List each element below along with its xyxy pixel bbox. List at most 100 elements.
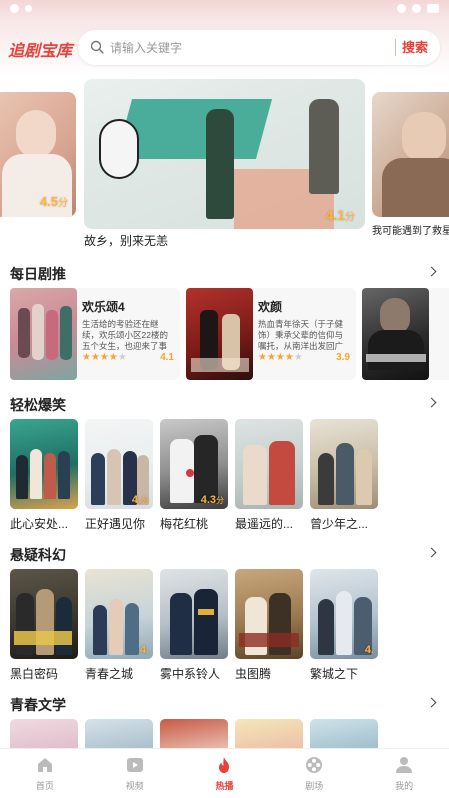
poster-image	[186, 288, 253, 380]
section-title-daily: 每日剧推	[10, 266, 66, 282]
nav-item-profile[interactable]: 我的	[359, 749, 449, 798]
search-button[interactable]: 搜索	[394, 39, 428, 56]
chevron-right-icon[interactable]	[426, 397, 437, 408]
poster-item[interactable]: 4.分 正好遇见你	[85, 419, 153, 532]
poster-title: 黑白密码	[10, 667, 59, 681]
poster-item[interactable]: 此心安处...	[10, 419, 78, 532]
daily-card[interactable]: 欢颜 热血青年徐天（于子健饰）秉承父辈的信仰与嘱托，从南洋出发回广州 ★★★★★…	[186, 288, 356, 380]
poster-title: 雾中系铃人	[160, 667, 221, 681]
film-reel-icon	[306, 757, 323, 773]
poster-item[interactable]: 4. 繁城之下	[310, 569, 378, 682]
user-icon	[396, 757, 413, 773]
poster-image	[160, 569, 228, 659]
poster-title: 曾少年之...	[310, 517, 369, 531]
chevron-right-icon[interactable]	[426, 697, 437, 708]
poster-image	[10, 419, 78, 509]
poster-image	[10, 288, 77, 380]
poster-item[interactable]: 4.3分 梅花红桃	[160, 419, 228, 532]
section-title: 轻松爆笑	[10, 397, 66, 413]
banner-figure	[16, 110, 56, 158]
poster-image[interactable]	[85, 719, 153, 749]
search-bar[interactable]: 搜索	[78, 30, 440, 65]
daily-score: 3.9	[336, 352, 350, 363]
notification-icon	[10, 4, 19, 13]
poster-item[interactable]: 曾少年之...	[310, 419, 378, 532]
banner-figure	[206, 109, 234, 219]
poster-image	[235, 569, 303, 659]
poster-image	[362, 288, 429, 380]
nav-label: 剧场	[305, 781, 324, 791]
poster-title: 青春之城	[85, 667, 134, 681]
poster-title: 梅花红桃	[160, 517, 209, 531]
home-icon	[37, 758, 52, 772]
signal-icon	[412, 4, 421, 13]
nav-item-theater[interactable]: 剧场	[269, 749, 359, 798]
app-header: 追剧宝库 搜索	[0, 20, 449, 75]
nav-item-video[interactable]: 视频	[90, 749, 180, 798]
poster-title: 虫图腾	[235, 667, 272, 681]
poster-image	[235, 419, 303, 509]
poster-row: 此心安处... 4.分 正好遇见你 4.3分 梅花红桃 最遥远的... 曾少年之…	[0, 419, 449, 534]
status-right	[397, 4, 439, 13]
poster-image	[310, 419, 378, 509]
poster-image[interactable]	[160, 719, 228, 749]
nav-label: 我的	[395, 781, 414, 791]
poster-item[interactable]: 4. 青春之城	[85, 569, 153, 682]
banner-carousel[interactable]: 4.5分 4.1分 故乡，别来无恙 我可能遇到了救星	[0, 79, 449, 254]
poster-title: 繁城之下	[310, 667, 359, 681]
banner-caption: 我可能遇到了救星	[372, 226, 449, 237]
star-rating: ★★★★★	[82, 352, 127, 363]
poster-image[interactable]	[10, 719, 78, 749]
daily-desc: 热血青年徐天（于子健饰）秉承父辈的信仰与嘱托，从南洋出发回广州	[258, 319, 344, 351]
daily-card[interactable]: 欢乐颂4 生活给的考验还在继续，欢乐颂小区22楼的五个女生，也迎来了事业与人生的…	[10, 288, 180, 380]
poster-image: 4.	[85, 569, 153, 659]
search-icon	[90, 40, 104, 54]
nav-label: 热播	[215, 781, 234, 791]
poster-item[interactable]: 最遥远的...	[235, 419, 303, 532]
poster-title: 正好遇见你	[85, 517, 146, 531]
poster-image[interactable]	[310, 719, 378, 749]
chevron-right-icon[interactable]	[426, 547, 437, 558]
poster-score: 4.	[139, 644, 149, 656]
banner-figure	[402, 112, 446, 162]
poster-image: 4.	[310, 569, 378, 659]
poster-item[interactable]: 雾中系铃人	[160, 569, 228, 682]
section-title: 悬疑科幻	[10, 547, 66, 563]
banner-figure	[309, 99, 339, 194]
flame-icon	[219, 757, 230, 773]
daily-score: 4.1	[160, 352, 174, 363]
section-title: 青春文学	[10, 697, 66, 713]
banner-card-main[interactable]: 4.1分	[84, 79, 365, 229]
chevron-right-icon[interactable]	[426, 266, 437, 277]
poster-image	[10, 569, 78, 659]
nav-label: 首页	[35, 781, 54, 791]
poster-image[interactable]	[235, 719, 303, 749]
battery-icon	[427, 4, 439, 13]
poster-item[interactable]: 黑白密码	[10, 569, 78, 682]
daily-card[interactable]	[362, 288, 449, 380]
daily-desc: 生活给的考验还在继续，欢乐颂小区22楼的五个女生，也迎来了事业与人生的新篇	[82, 319, 168, 351]
search-input[interactable]	[110, 30, 390, 65]
daily-title: 欢乐颂4	[82, 300, 125, 314]
poster-score: 4.分	[131, 494, 149, 506]
banner-card-prev[interactable]: 4.5分	[0, 92, 76, 217]
nav-item-hot[interactable]: 热播	[180, 749, 270, 798]
notification-icon-2	[25, 5, 32, 12]
banner-caption: 故乡，别来无恙	[84, 234, 169, 248]
banner-rating: 4.1分	[325, 207, 355, 223]
nav-label: 视频	[125, 781, 144, 791]
poster-title: 此心安处...	[10, 517, 69, 531]
wifi-icon	[397, 4, 406, 13]
bottom-nav: 首页 视频 热播 剧场 我的	[0, 748, 449, 798]
star-rating: ★★★★★	[258, 352, 303, 363]
poster-row-partial	[0, 719, 449, 749]
nav-item-home[interactable]: 首页	[0, 749, 90, 798]
status-left	[10, 4, 32, 13]
banner-card-next[interactable]	[372, 92, 449, 217]
video-icon	[126, 758, 143, 772]
poster-row: 黑白密码 4. 青春之城 雾中系铃人 虫图腾 4. 繁城之下	[0, 569, 449, 684]
poster-image: 4.分	[85, 419, 153, 509]
poster-item[interactable]: 虫图腾	[235, 569, 303, 682]
poster-title: 最遥远的...	[235, 517, 294, 531]
daily-title: 欢颜	[258, 300, 283, 314]
